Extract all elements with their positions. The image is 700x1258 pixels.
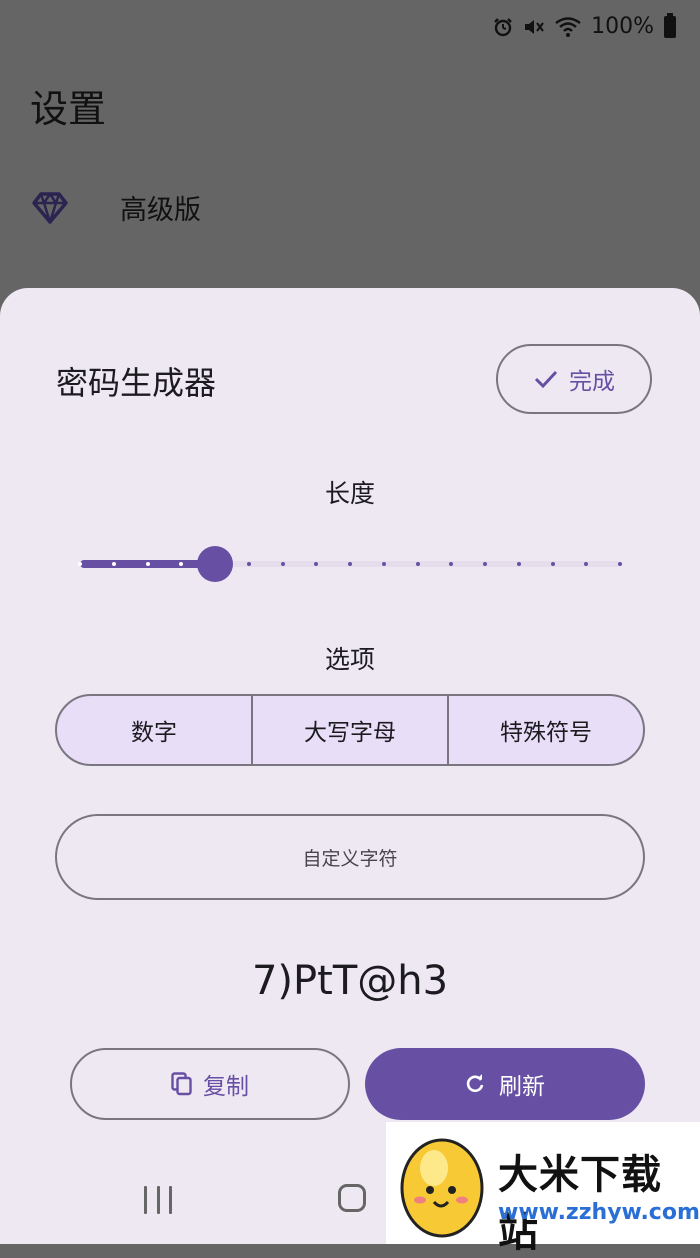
password-generator-sheet: 密码生成器 完成 长度 选项 数字 大写字母 特殊符号 自定义字符 7)PtT@… bbox=[0, 288, 700, 1244]
status-icons: 100% bbox=[493, 12, 676, 39]
refresh-icon bbox=[466, 1074, 484, 1093]
refresh-button[interactable]: 刷新 bbox=[365, 1048, 645, 1120]
slider-tick bbox=[618, 562, 622, 566]
slider-tick bbox=[348, 562, 352, 566]
premium-item[interactable]: 高级版 bbox=[30, 188, 201, 227]
battery-percentage: 100% bbox=[591, 14, 654, 39]
slider-tick bbox=[516, 562, 521, 566]
slider-tick bbox=[280, 562, 285, 566]
battery-icon bbox=[664, 12, 676, 38]
options-segmented-control: 数字 大写字母 特殊符号 bbox=[55, 694, 645, 766]
watermark-url: www.zzhyw.com bbox=[498, 1200, 700, 1225]
done-button[interactable]: 完成 bbox=[496, 344, 652, 414]
copy-icon bbox=[171, 1072, 192, 1096]
copy-button[interactable]: 复制 bbox=[70, 1048, 350, 1120]
status-bar: 100% bbox=[0, 0, 700, 60]
sheet-title: 密码生成器 bbox=[56, 364, 217, 402]
refresh-label: 刷新 bbox=[499, 1074, 545, 1100]
length-slider[interactable] bbox=[78, 544, 622, 584]
slider-tick bbox=[111, 562, 116, 566]
wifi-icon bbox=[555, 16, 581, 37]
options-label: 选项 bbox=[324, 645, 375, 674]
option-symbols[interactable]: 特殊符号 bbox=[447, 696, 643, 764]
mascot-logo bbox=[400, 1138, 484, 1238]
copy-label: 复制 bbox=[203, 1074, 249, 1100]
generated-password: 7)PtT@h3 bbox=[251, 958, 449, 1004]
mute-icon bbox=[525, 19, 544, 34]
slider-tick bbox=[145, 562, 150, 566]
home-button[interactable] bbox=[338, 1184, 366, 1212]
option-digits[interactable]: 数字 bbox=[57, 696, 251, 764]
check-icon bbox=[534, 370, 558, 389]
alarm-icon bbox=[494, 17, 512, 36]
length-label: 长度 bbox=[324, 479, 375, 508]
watermark: 大米下载站 www.zzhyw.com bbox=[386, 1122, 700, 1256]
diamond-icon bbox=[32, 191, 68, 224]
recent-apps-button[interactable] bbox=[144, 1186, 172, 1214]
slider-tick bbox=[550, 562, 555, 566]
premium-item-label: 高级版 bbox=[120, 195, 201, 226]
page-title: 设置 bbox=[30, 87, 107, 131]
slider-thumb[interactable] bbox=[197, 546, 233, 582]
slider-tick bbox=[78, 562, 82, 566]
done-label: 完成 bbox=[569, 369, 615, 395]
custom-characters-input[interactable]: 自定义字符 bbox=[55, 814, 645, 900]
slider-tick bbox=[246, 562, 251, 566]
option-uppercase[interactable]: 大写字母 bbox=[251, 696, 447, 764]
slider-tick bbox=[415, 562, 420, 566]
custom-characters-placeholder: 自定义字符 bbox=[302, 847, 398, 870]
slider-tick bbox=[483, 562, 487, 566]
slider-tick bbox=[381, 562, 386, 566]
